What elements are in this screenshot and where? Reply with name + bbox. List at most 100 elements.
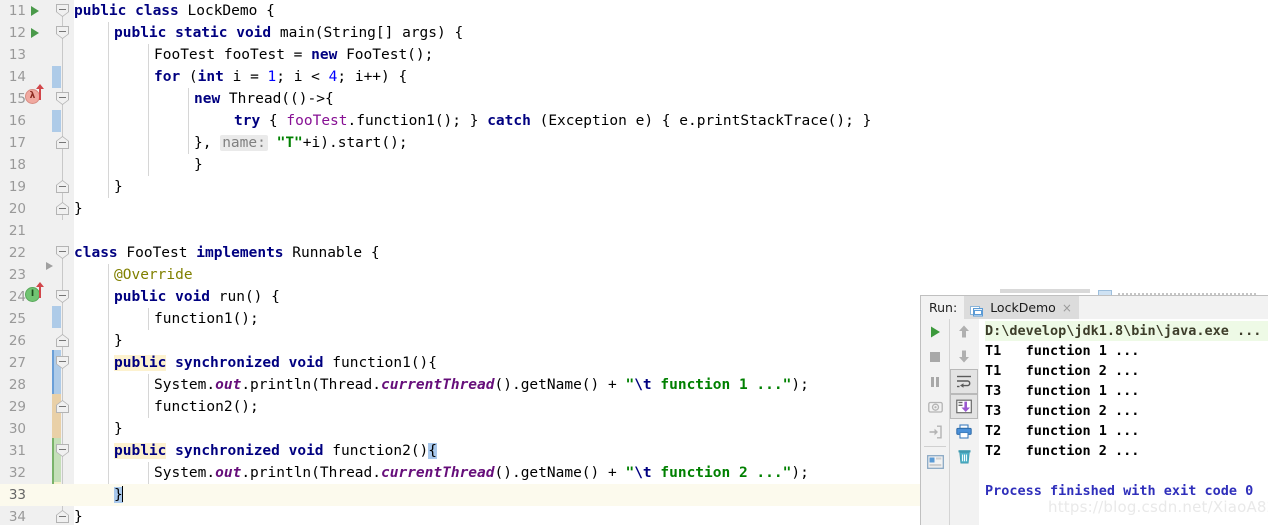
run-gutter-arrow-icon[interactable] — [31, 28, 39, 38]
code-line[interactable]: 18} — [0, 154, 1268, 176]
line-code[interactable]: class FooTest implements Runnable { — [74, 242, 380, 264]
line-code[interactable]: public void run() { — [114, 286, 280, 308]
line-code[interactable]: function2(); — [154, 396, 259, 418]
run-window-label: Run: — [929, 300, 958, 315]
line-number: 24 — [8, 289, 26, 305]
toolbar-divider — [924, 446, 946, 447]
line-code[interactable]: new Thread(()->{ — [194, 88, 334, 110]
line-code[interactable]: FooTest fooTest = new FooTest(); — [154, 44, 433, 66]
lambda-marker-icon[interactable]: λ — [25, 89, 40, 104]
stop-button[interactable] — [921, 344, 949, 369]
editor-scrollbar-thumb[interactable] — [1000, 289, 1090, 293]
code-line[interactable]: 19} — [0, 176, 1268, 198]
line-code[interactable]: } — [114, 484, 123, 506]
line-number: 23 — [8, 267, 26, 283]
soft-wrap-icon — [956, 375, 971, 388]
line-number: 19 — [8, 179, 26, 195]
close-icon[interactable]: × — [1062, 301, 1072, 315]
run-tool-window[interactable]: Run: LockDemo × D:\develop\jdk1.8\bin\ja… — [920, 295, 1268, 525]
line-number: 21 — [8, 223, 26, 239]
line-number: 31 — [8, 443, 26, 459]
line-code[interactable]: } — [114, 330, 123, 352]
code-line[interactable]: 13 FooTest fooTest = new FooTest(); — [0, 44, 1268, 66]
console-line: T2 function 1 ... — [985, 423, 1140, 439]
run-toolbar-left[interactable] — [921, 319, 949, 525]
line-number: 20 — [8, 201, 26, 217]
console-line: D:\develop\jdk1.8\bin\java.exe ... — [985, 321, 1268, 341]
code-line[interactable]: 22 class FooTest implements Runnable { — [0, 242, 1268, 264]
line-code[interactable]: for (int i = 1; i < 4; i++) { — [154, 66, 407, 88]
code-line[interactable]: 23 @Override — [0, 264, 1268, 286]
console-line: T3 function 2 ... — [985, 403, 1140, 419]
line-code[interactable]: public synchronized void function2(){ — [114, 440, 438, 462]
console-line: T1 function 2 ... — [985, 363, 1140, 379]
scroll-down-button[interactable] — [950, 344, 978, 369]
line-number: 13 — [8, 47, 26, 63]
implementation-marker-icon[interactable]: I — [25, 287, 40, 302]
dump-threads-button[interactable] — [921, 394, 949, 419]
run-tab-bar[interactable]: Run: LockDemo × — [921, 296, 1268, 319]
play-icon — [931, 326, 940, 337]
run-toolbar-right[interactable] — [949, 319, 980, 525]
line-code[interactable]: @Override — [114, 264, 193, 286]
pause-button[interactable] — [921, 369, 949, 394]
code-line[interactable]: 16 try { fooTest.function1(); } catch (Ex… — [0, 110, 1268, 132]
line-code[interactable]: } — [74, 198, 83, 220]
line-number: 18 — [8, 157, 26, 173]
line-code[interactable]: function1(); — [154, 308, 259, 330]
line-code[interactable]: } — [194, 154, 203, 176]
implementing-up-arrow-icon[interactable] — [36, 84, 44, 100]
trash-icon — [958, 450, 970, 464]
console-line: T3 function 1 ... — [985, 383, 1140, 399]
line-number: 17 — [8, 135, 26, 151]
console-output[interactable]: D:\develop\jdk1.8\bin\java.exe ... T1 fun… — [979, 319, 1268, 525]
line-code[interactable]: try { fooTest.function1(); } catch (Exce… — [234, 110, 871, 132]
line-number: 25 — [8, 311, 26, 327]
scroll-to-end-button[interactable] — [950, 394, 978, 419]
soft-wrap-button[interactable] — [950, 369, 978, 394]
line-number: 22 — [8, 245, 26, 261]
line-code[interactable]: public synchronized void function1(){ — [114, 352, 437, 374]
implementing-up-arrow-icon[interactable] — [36, 282, 44, 298]
line-code[interactable]: public class LockDemo { — [74, 0, 275, 22]
line-number: 11 — [8, 3, 26, 19]
line-number: 32 — [8, 465, 26, 481]
code-line[interactable]: 21 — [0, 220, 1268, 242]
code-line[interactable]: 14 for (int i = 1; i < 4; i++) { — [0, 66, 1268, 88]
stop-icon — [930, 351, 940, 362]
line-code[interactable]: }, name: "T"+i).start(); — [194, 132, 408, 154]
line-code[interactable]: } — [114, 176, 123, 198]
rerun-button[interactable] — [921, 319, 949, 344]
line-number: 28 — [8, 377, 26, 393]
code-line[interactable]: 17 }, name: "T"+i).start(); — [0, 132, 1268, 154]
console-line: T1 function 1 ... — [985, 343, 1140, 359]
line-number: 14 — [8, 69, 26, 85]
run-gutter-arrow-icon[interactable] — [31, 6, 39, 16]
camera-icon — [927, 401, 943, 413]
print-button[interactable] — [950, 419, 978, 444]
code-line[interactable]: 12 public static void main(String[] args)… — [0, 22, 1268, 44]
line-number: 33 — [8, 487, 26, 503]
run-tab-lockdemo[interactable]: LockDemo × — [964, 296, 1079, 319]
line-code[interactable]: public static void main(String[] args) { — [114, 22, 463, 44]
line-code[interactable]: } — [114, 418, 123, 440]
run-tab-title: LockDemo — [990, 300, 1056, 315]
layout-button[interactable] — [921, 449, 949, 474]
console-line: T2 function 2 ... — [985, 443, 1140, 459]
line-code[interactable]: System.out.println(Thread.currentThread(… — [154, 374, 809, 396]
code-line[interactable]: 15 new Thread(()->{ — [0, 88, 1268, 110]
clear-all-button[interactable] — [950, 444, 978, 469]
code-line[interactable]: 20} — [0, 198, 1268, 220]
scroll-to-end-icon — [955, 399, 972, 414]
watermark-text: https://blog.csdn.net/XiaoA82 — [1048, 498, 1268, 516]
arrow-down-icon — [959, 350, 969, 363]
line-code[interactable]: System.out.println(Thread.currentThread(… — [154, 462, 809, 484]
pause-icon — [931, 376, 939, 387]
code-line[interactable]: 11 public class LockDemo { — [0, 0, 1268, 22]
arrow-up-icon — [959, 325, 969, 338]
exit-button[interactable] — [921, 419, 949, 444]
line-number: 30 — [8, 421, 26, 437]
exit-arrow-icon — [929, 425, 942, 438]
scroll-up-button[interactable] — [950, 319, 978, 344]
